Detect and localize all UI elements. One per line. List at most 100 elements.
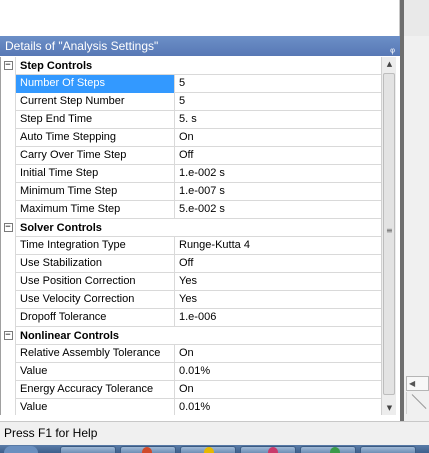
- property-row[interactable]: Time Integration Type Runge-Kutta 4: [1, 236, 381, 255]
- indent-cell: [1, 290, 16, 309]
- indent-cell: [1, 308, 16, 327]
- property-row[interactable]: Current Step Number 5: [1, 92, 381, 111]
- right-side-panel: [400, 0, 429, 421]
- property-row[interactable]: Initial Time Step 1.e-002 s: [1, 164, 381, 183]
- taskbar: [0, 445, 429, 453]
- property-value[interactable]: Yes: [175, 291, 381, 309]
- app-icon: [142, 447, 152, 453]
- start-orb-icon[interactable]: [4, 446, 38, 453]
- resize-grip[interactable]: [406, 392, 429, 414]
- property-row[interactable]: Use Position Correction Yes: [1, 272, 381, 291]
- property-row[interactable]: Relative Assembly Tolerance On: [1, 344, 381, 363]
- app-icon: [268, 447, 278, 453]
- property-value[interactable]: 1.e-006: [175, 309, 381, 327]
- property-name[interactable]: Relative Assembly Tolerance: [16, 344, 175, 363]
- property-name[interactable]: Use Position Correction: [16, 272, 175, 291]
- scroll-thumb[interactable]: ≡: [383, 73, 395, 395]
- collapse-icon[interactable]: −: [3, 61, 13, 70]
- property-row[interactable]: Step End Time 5. s: [1, 110, 381, 129]
- indent-cell: [1, 380, 16, 399]
- property-row[interactable]: Number Of Steps 5: [1, 74, 381, 93]
- indent-cell: [1, 110, 16, 129]
- property-row[interactable]: Value 0.01%: [1, 398, 381, 416]
- side-scroll-left-button[interactable]: ◀: [406, 376, 429, 391]
- property-row[interactable]: Value 0.01%: [1, 362, 381, 381]
- app-icon: [204, 447, 214, 453]
- property-value[interactable]: Off: [175, 255, 381, 273]
- scroll-up-arrow-icon[interactable]: ▲: [382, 57, 397, 71]
- indent-cell: [1, 272, 16, 291]
- indent-cell: [1, 362, 16, 381]
- property-name[interactable]: Use Velocity Correction: [16, 290, 175, 309]
- group-label: Step Controls: [20, 59, 93, 72]
- property-value[interactable]: 1.e-002 s: [175, 165, 381, 183]
- property-name[interactable]: Use Stabilization: [16, 254, 175, 273]
- property-value[interactable]: Runge-Kutta 4: [175, 237, 381, 255]
- group-header[interactable]: − Step Controls: [1, 57, 381, 75]
- property-row[interactable]: Maximum Time Step 5.e-002 s: [1, 200, 381, 219]
- property-name[interactable]: Maximum Time Step: [16, 200, 175, 219]
- property-name[interactable]: Time Integration Type: [16, 236, 175, 255]
- property-value[interactable]: 5. s: [175, 111, 381, 129]
- indent-cell: [1, 182, 16, 201]
- property-name[interactable]: Current Step Number: [16, 92, 175, 111]
- property-value[interactable]: 5: [175, 93, 381, 111]
- group-header[interactable]: − Solver Controls: [1, 218, 381, 237]
- taskbar-button[interactable]: [60, 446, 116, 453]
- property-value[interactable]: 5: [175, 75, 381, 93]
- property-name[interactable]: Value: [16, 362, 175, 381]
- property-row[interactable]: Use Stabilization Off: [1, 254, 381, 273]
- property-name[interactable]: Auto Time Stepping: [16, 128, 175, 147]
- property-name[interactable]: Minimum Time Step: [16, 182, 175, 201]
- group-header[interactable]: − Nonlinear Controls: [1, 326, 381, 345]
- property-row[interactable]: Auto Time Stepping On: [1, 128, 381, 147]
- property-row[interactable]: Dropoff Tolerance 1.e-006: [1, 308, 381, 327]
- indent-cell: [1, 74, 16, 93]
- details-panel-header: Details of "Analysis Settings" ᵩ: [0, 36, 400, 56]
- scroll-down-arrow-icon[interactable]: ▼: [382, 401, 397, 415]
- expander-cell[interactable]: −: [1, 218, 16, 237]
- status-bar: Press F1 for Help: [0, 421, 429, 445]
- app-icon: [330, 447, 340, 453]
- property-name[interactable]: Value: [16, 398, 175, 415]
- property-value[interactable]: 0.01%: [175, 399, 381, 416]
- pin-icon[interactable]: ᵩ: [390, 39, 395, 59]
- property-value[interactable]: Yes: [175, 273, 381, 291]
- property-value[interactable]: 5.e-002 s: [175, 201, 381, 219]
- indent-cell: [1, 236, 16, 255]
- expander-cell[interactable]: −: [1, 57, 16, 75]
- indent-cell: [1, 164, 16, 183]
- property-value[interactable]: 0.01%: [175, 363, 381, 381]
- property-row[interactable]: Carry Over Time Step Off: [1, 146, 381, 165]
- property-name[interactable]: Dropoff Tolerance: [16, 308, 175, 327]
- indent-cell: [1, 398, 16, 415]
- right-upper-pane: [404, 0, 429, 36]
- property-value[interactable]: 1.e-007 s: [175, 183, 381, 201]
- property-name[interactable]: Energy Accuracy Tolerance: [16, 380, 175, 399]
- expander-cell[interactable]: −: [1, 326, 16, 345]
- taskbar-button[interactable]: [300, 446, 356, 453]
- property-name[interactable]: Initial Time Step: [16, 164, 175, 183]
- splitter-bar[interactable]: [400, 0, 404, 421]
- grip-icon: ≡: [386, 226, 393, 235]
- property-name[interactable]: Step End Time: [16, 110, 175, 129]
- collapse-icon[interactable]: −: [3, 223, 13, 232]
- details-grid: − Step Controls Number Of Steps 5 Current St…: [0, 57, 381, 415]
- property-value[interactable]: On: [175, 129, 381, 147]
- collapse-icon[interactable]: −: [3, 331, 13, 340]
- indent-cell: [1, 128, 16, 147]
- vertical-scrollbar[interactable]: ▲ ≡ ▼: [381, 57, 396, 415]
- property-row[interactable]: Energy Accuracy Tolerance On: [1, 380, 381, 399]
- taskbar-button[interactable]: [360, 446, 416, 453]
- status-text: Press F1 for Help: [4, 426, 98, 440]
- group-label: Solver Controls: [20, 221, 102, 234]
- property-value[interactable]: On: [175, 381, 381, 399]
- indent-cell: [1, 200, 16, 219]
- property-name[interactable]: Number Of Steps: [16, 74, 175, 93]
- property-name[interactable]: Carry Over Time Step: [16, 146, 175, 165]
- property-row[interactable]: Use Velocity Correction Yes: [1, 290, 381, 309]
- property-row[interactable]: Minimum Time Step 1.e-007 s: [1, 182, 381, 201]
- property-value[interactable]: On: [175, 345, 381, 363]
- property-value[interactable]: Off: [175, 147, 381, 165]
- group-label: Nonlinear Controls: [20, 329, 120, 342]
